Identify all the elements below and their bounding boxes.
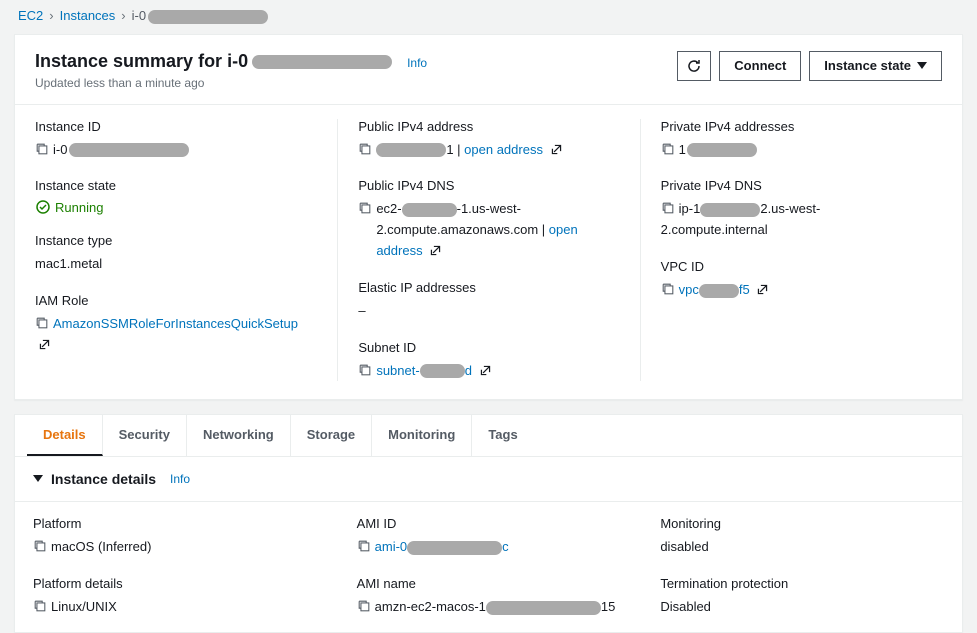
public-dns-value: ec2--1.us-west-2.compute.amazonaws.com |… [358, 199, 619, 261]
copy-icon[interactable] [661, 201, 675, 215]
private-ipv4-value: 1 [661, 140, 757, 161]
chevron-right-icon: › [49, 8, 53, 23]
info-link[interactable]: Info [170, 472, 190, 486]
field-label: Instance type [35, 233, 317, 248]
check-circle-icon [35, 199, 51, 215]
ami-id-value: ami-0 c [357, 537, 509, 558]
refresh-icon [686, 58, 702, 74]
section-header[interactable]: Instance details Info [15, 457, 962, 502]
vpc-link-end[interactable]: f5 [739, 282, 750, 297]
tab-storage[interactable]: Storage [291, 415, 372, 456]
summary-col-1: Instance ID i-0 Instance state Running I… [35, 119, 337, 382]
private-dns-value: ip-12.us-west-2.compute.internal [661, 199, 922, 241]
summary-col-2: Public IPv4 address 1 | open address Pub… [337, 119, 639, 382]
tab-bar: Details Security Networking Storage Moni… [15, 415, 962, 457]
connect-button[interactable]: Connect [719, 51, 801, 81]
vpc-value: vpc f5 [661, 280, 770, 301]
field-label: IAM Role [35, 293, 317, 308]
open-address-link[interactable]: open address [464, 142, 543, 157]
instance-state-button[interactable]: Instance state [809, 51, 942, 81]
copy-icon[interactable] [357, 539, 371, 553]
copy-icon[interactable] [33, 539, 47, 553]
instance-state-value: Running [35, 199, 317, 215]
external-link-icon [479, 364, 492, 377]
platform-value: macOS (Inferred) [33, 537, 151, 558]
summary-col-3: Private IPv4 addresses 1 Private IPv4 DN… [640, 119, 942, 382]
caret-down-icon [33, 475, 43, 483]
copy-icon[interactable] [358, 201, 372, 215]
copy-icon[interactable] [661, 142, 675, 156]
subnet-link[interactable]: subnet- [376, 363, 419, 378]
field-label: Instance ID [35, 119, 317, 134]
tab-details[interactable]: Details [27, 415, 103, 456]
details-col-3: Monitoring disabled Termination protecti… [640, 516, 944, 618]
field-label: VPC ID [661, 259, 922, 274]
subnet-link-end[interactable]: d [465, 363, 472, 378]
vpc-link[interactable]: vpc [679, 282, 699, 297]
ami-id-link[interactable]: ami-0 [375, 539, 408, 554]
monitoring-value: disabled [660, 537, 708, 558]
copy-icon[interactable] [357, 599, 371, 613]
external-link-icon [429, 244, 442, 257]
tab-networking[interactable]: Networking [187, 415, 291, 456]
field-label: AMI name [357, 576, 641, 591]
field-label: Public IPv4 DNS [358, 178, 619, 193]
breadcrumb-instances[interactable]: Instances [60, 8, 116, 23]
external-link-icon [38, 338, 51, 351]
info-link[interactable]: Info [407, 56, 427, 70]
subnet-value: subnet-d [358, 361, 491, 382]
copy-icon[interactable] [358, 363, 372, 377]
field-label: Elastic IP addresses [358, 280, 619, 295]
elastic-ip-value: – [358, 301, 365, 322]
copy-icon[interactable] [661, 282, 675, 296]
summary-panel: Instance summary for i-0 Info Updated le… [14, 34, 963, 401]
iam-role-value: AmazonSSMRoleForInstancesQuickSetup [35, 314, 317, 356]
field-label: Private IPv4 DNS [661, 178, 922, 193]
termination-value: Disabled [660, 597, 711, 618]
external-link-icon [550, 143, 563, 156]
refresh-button[interactable] [677, 51, 711, 81]
ami-name-value: amzn-ec2-macos-115 [357, 597, 616, 618]
chevron-right-icon: › [121, 8, 125, 23]
instance-type-value: mac1.metal [35, 254, 102, 275]
ami-id-link-end[interactable]: c [502, 539, 509, 554]
instance-id-value: i-0 [35, 140, 189, 161]
tab-monitoring[interactable]: Monitoring [372, 415, 472, 456]
field-label: Platform [33, 516, 337, 531]
field-label: Platform details [33, 576, 337, 591]
panel-header: Instance summary for i-0 Info Updated le… [15, 35, 962, 105]
breadcrumb-current: i-0 [132, 8, 268, 24]
field-label: Monitoring [660, 516, 944, 531]
field-label: Private IPv4 addresses [661, 119, 922, 134]
tab-security[interactable]: Security [103, 415, 187, 456]
updated-text: Updated less than a minute ago [35, 76, 427, 90]
breadcrumb: EC2 › Instances › i-0 [0, 0, 977, 34]
copy-icon[interactable] [35, 142, 49, 156]
details-col-2: AMI ID ami-0 c AMI name amzn-ec2-macos-11… [337, 516, 641, 618]
tab-tags[interactable]: Tags [472, 415, 533, 456]
copy-icon[interactable] [35, 316, 49, 330]
platform-details-value: Linux/UNIX [33, 597, 117, 618]
page-title: Instance summary for i-0 Info [35, 51, 427, 72]
field-label: Public IPv4 address [358, 119, 619, 134]
details-panel: Details Security Networking Storage Moni… [14, 414, 963, 633]
section-title: Instance details [51, 471, 156, 487]
copy-icon[interactable] [33, 599, 47, 613]
field-label: AMI ID [357, 516, 641, 531]
field-label: Termination protection [660, 576, 944, 591]
breadcrumb-ec2[interactable]: EC2 [18, 8, 43, 23]
field-label: Instance state [35, 178, 317, 193]
copy-icon[interactable] [358, 142, 372, 156]
caret-down-icon [917, 62, 927, 70]
field-label: Subnet ID [358, 340, 619, 355]
details-col-1: Platform macOS (Inferred) Platform detai… [33, 516, 337, 618]
iam-role-link[interactable]: AmazonSSMRoleForInstancesQuickSetup [53, 316, 298, 331]
public-ipv4-value: 1 | open address [358, 140, 562, 161]
external-link-icon [756, 283, 769, 296]
